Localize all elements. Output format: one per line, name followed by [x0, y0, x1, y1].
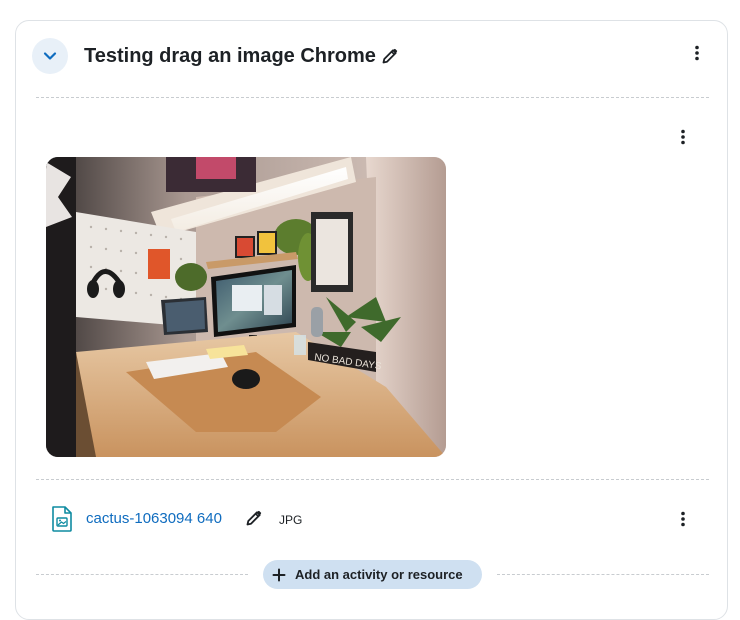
pencil-icon[interactable]	[381, 47, 399, 65]
kebab-menu-icon	[681, 129, 685, 145]
collapse-section-button[interactable]	[32, 38, 68, 74]
resource-type-badge: JPG	[279, 513, 303, 527]
resource-menu-button[interactable]	[673, 507, 693, 531]
add-divider-left	[36, 574, 248, 575]
kebab-menu-icon	[695, 45, 699, 61]
section-menu-button[interactable]	[687, 41, 707, 65]
section-divider	[36, 97, 709, 98]
label-menu-button[interactable]	[673, 125, 693, 149]
kebab-menu-icon	[681, 511, 685, 527]
image-file-icon	[52, 506, 72, 532]
plus-icon	[272, 568, 286, 581]
section-title: Testing drag an image Chrome	[84, 45, 376, 67]
pencil-icon[interactable]	[245, 509, 263, 527]
desk-setup-image[interactable]: NO BAD DAYS	[46, 157, 446, 457]
add-divider-right	[497, 574, 709, 575]
chevron-down-icon	[43, 52, 57, 60]
add-activity-label: Add an activity or resource	[295, 567, 463, 582]
resource-divider	[36, 479, 709, 480]
resource-link[interactable]: cactus-1063094 640	[86, 510, 222, 528]
add-activity-button[interactable]: Add an activity or resource	[263, 560, 482, 589]
